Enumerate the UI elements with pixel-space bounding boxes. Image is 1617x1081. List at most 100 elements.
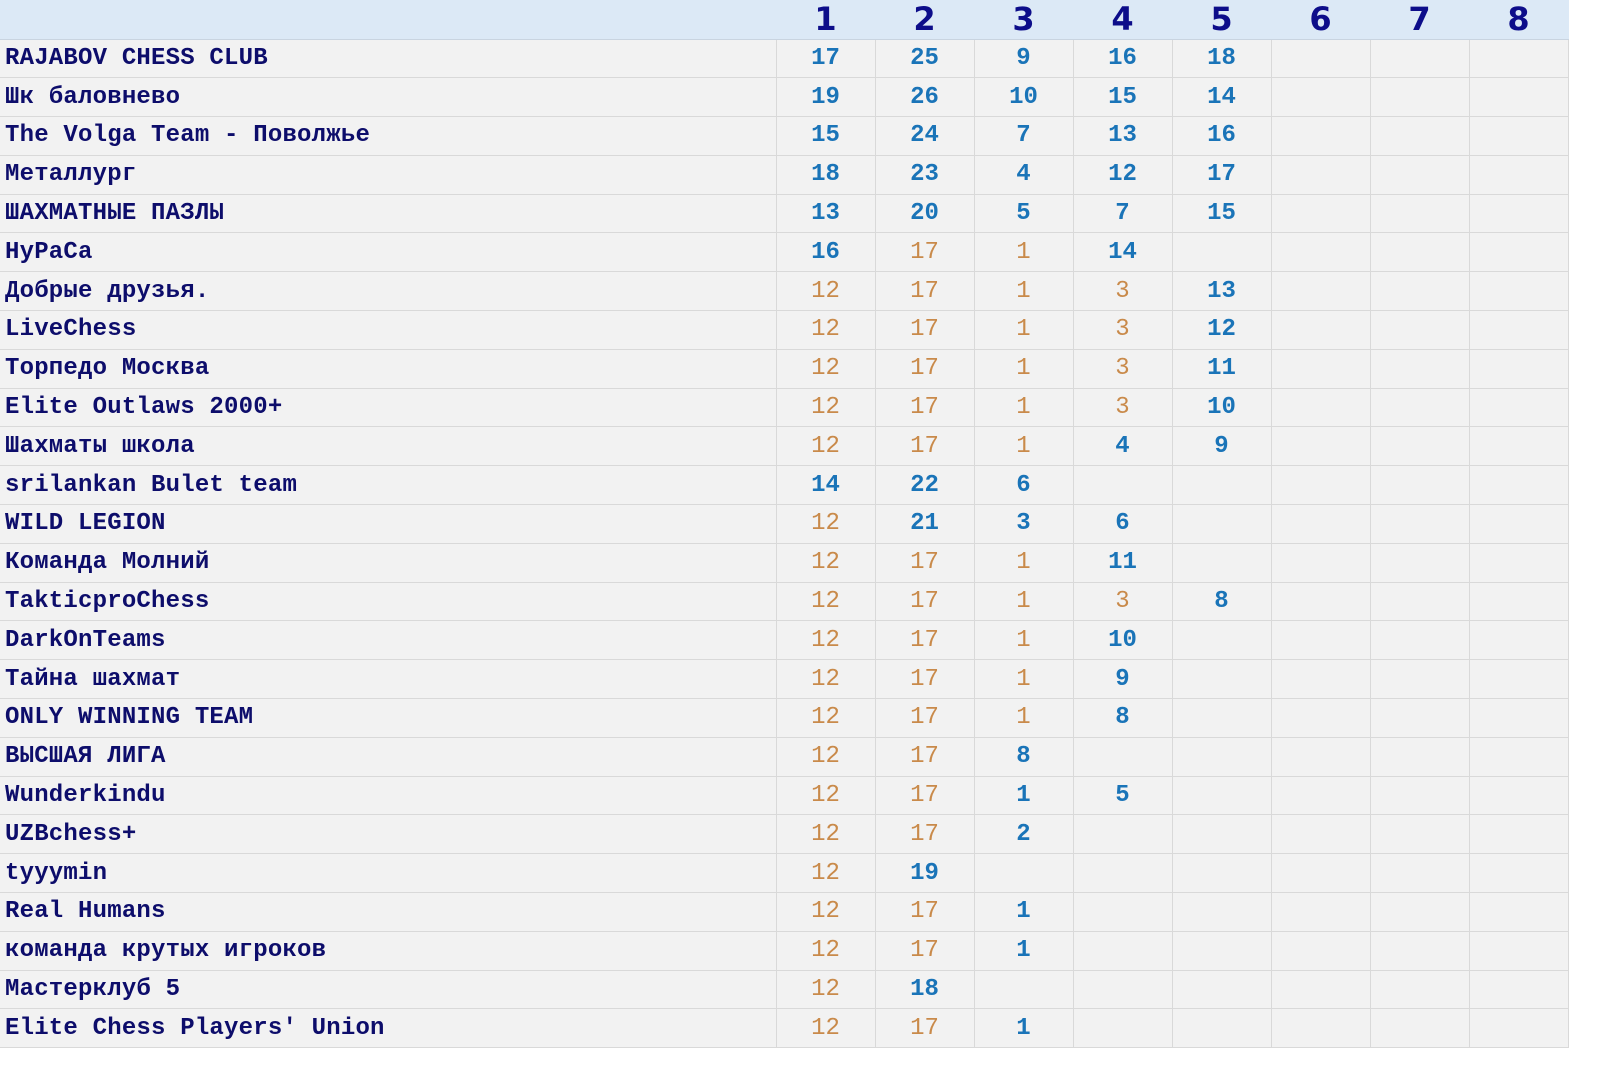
score-cell-round-2: 20 — [875, 194, 975, 234]
team-name[interactable]: tyyymin — [0, 853, 777, 894]
score-cell-round-1: 13 — [776, 194, 876, 234]
score-cell-round-2: 17 — [875, 931, 975, 971]
score-cell-round-7 — [1370, 271, 1470, 312]
table-row: команда крутых игроков 12 17 1 — [0, 931, 1569, 971]
table-row: Команда Молний 12 17 1 11 — [0, 543, 1569, 583]
score-cell-round-6 — [1271, 814, 1371, 855]
team-name[interactable]: ONLY WINNING TEAM — [0, 698, 777, 738]
score-cell-round-2: 17 — [875, 892, 975, 932]
team-name[interactable]: Мастерклуб 5 — [0, 970, 777, 1010]
score-cell-round-4: 16 — [1073, 39, 1173, 79]
table-row: ВЫСШАЯ ЛИГА 12 17 8 — [0, 737, 1569, 777]
score-cell-round-8 — [1469, 620, 1569, 661]
table-row: Elite Outlaws 2000+ 12 17 1 3 10 — [0, 388, 1569, 428]
score-cell-round-5: 17 — [1172, 155, 1272, 195]
score-cell-round-6 — [1271, 194, 1371, 234]
team-name[interactable]: Шахматы школа — [0, 426, 777, 467]
team-name[interactable]: Тайна шахмат — [0, 659, 777, 700]
team-name[interactable]: UZBchess+ — [0, 814, 777, 855]
table-row: LiveChess 12 17 1 3 12 — [0, 310, 1569, 350]
score-cell-round-5 — [1172, 659, 1272, 700]
score-cell-round-3: 1 — [974, 582, 1074, 622]
table-row: srilankan Bulet team 14 22 6 — [0, 465, 1569, 506]
team-name[interactable]: srilankan Bulet team — [0, 465, 777, 506]
score-cell-round-6 — [1271, 426, 1371, 467]
score-cell-round-3: 1 — [974, 349, 1074, 389]
header-round-1: 1 — [776, 0, 876, 40]
score-cell-round-3: 1 — [974, 271, 1074, 312]
score-cell-round-3: 10 — [974, 77, 1074, 118]
score-cell-round-8 — [1469, 543, 1569, 583]
score-cell-round-5 — [1172, 504, 1272, 544]
score-cell-round-8 — [1469, 465, 1569, 506]
score-cell-round-1: 12 — [776, 970, 876, 1010]
score-cell-round-8 — [1469, 814, 1569, 855]
score-cell-round-7 — [1370, 853, 1470, 894]
score-cell-round-3: 2 — [974, 814, 1074, 855]
score-cell-round-7 — [1370, 465, 1470, 506]
score-cell-round-8 — [1469, 116, 1569, 156]
score-cell-round-4: 5 — [1073, 776, 1173, 816]
score-cell-round-8 — [1469, 659, 1569, 700]
score-cell-round-2: 21 — [875, 504, 975, 544]
score-cell-round-4: 11 — [1073, 543, 1173, 583]
score-cell-round-6 — [1271, 504, 1371, 544]
score-cell-round-1: 12 — [776, 620, 876, 661]
table-row: tyyymin 12 19 — [0, 853, 1569, 894]
team-name[interactable]: Команда Молний — [0, 543, 777, 583]
score-cell-round-1: 12 — [776, 426, 876, 467]
team-name[interactable]: Real Humans — [0, 892, 777, 932]
team-name[interactable]: RAJABOV CHESS CLUB — [0, 39, 777, 79]
table-row: WILD LEGION 12 21 3 6 — [0, 504, 1569, 544]
score-cell-round-7 — [1370, 39, 1470, 79]
score-cell-round-3: 8 — [974, 737, 1074, 777]
team-name[interactable]: HyPaCa — [0, 232, 777, 273]
score-cell-round-7 — [1370, 892, 1470, 932]
score-cell-round-7 — [1370, 116, 1470, 156]
team-name[interactable]: TakticproChess — [0, 582, 777, 622]
header-round-7: 7 — [1370, 0, 1470, 40]
score-cell-round-7 — [1370, 620, 1470, 661]
header-round-4: 4 — [1073, 0, 1173, 40]
score-cell-round-8 — [1469, 931, 1569, 971]
score-cell-round-1: 12 — [776, 892, 876, 932]
score-cell-round-3: 7 — [974, 116, 1074, 156]
score-cell-round-8 — [1469, 737, 1569, 777]
team-name[interactable]: Шк баловнево — [0, 77, 777, 118]
score-cell-round-6 — [1271, 659, 1371, 700]
team-name[interactable]: команда крутых игроков — [0, 931, 777, 971]
table-row: UZBchess+ 12 17 2 — [0, 814, 1569, 855]
table-row: ШАХМАТНЫЕ ПАЗЛЫ 13 20 5 7 15 — [0, 194, 1569, 234]
score-cell-round-8 — [1469, 271, 1569, 312]
score-cell-round-1: 17 — [776, 39, 876, 79]
team-name[interactable]: Металлург — [0, 155, 777, 195]
score-cell-round-1: 12 — [776, 1008, 876, 1049]
team-name[interactable]: Wunderkindu — [0, 776, 777, 816]
team-name[interactable]: ШАХМАТНЫЕ ПАЗЛЫ — [0, 194, 777, 234]
score-cell-round-8 — [1469, 155, 1569, 195]
team-name[interactable]: LiveChess — [0, 310, 777, 350]
team-name[interactable]: Elite Chess Players' Union — [0, 1008, 777, 1049]
score-cell-round-4: 15 — [1073, 77, 1173, 118]
score-cell-round-5 — [1172, 737, 1272, 777]
team-name[interactable]: WILD LEGION — [0, 504, 777, 544]
team-name[interactable]: Elite Outlaws 2000+ — [0, 388, 777, 428]
score-cell-round-4: 8 — [1073, 698, 1173, 738]
score-cell-round-3: 1 — [974, 232, 1074, 273]
score-cell-round-3: 5 — [974, 194, 1074, 234]
score-cell-round-3 — [974, 970, 1074, 1010]
team-name[interactable]: Торпедо Москва — [0, 349, 777, 389]
team-name[interactable]: Добрые друзья. — [0, 271, 777, 312]
score-cell-round-7 — [1370, 194, 1470, 234]
team-name[interactable]: ВЫСШАЯ ЛИГА — [0, 737, 777, 777]
score-cell-round-1: 12 — [776, 931, 876, 971]
score-cell-round-5: 8 — [1172, 582, 1272, 622]
standings-table-container: 1 2 3 4 5 6 7 8 RAJABOV CHESS CLUB 17 25 9 1… — [0, 0, 1569, 1049]
score-cell-round-4 — [1073, 892, 1173, 932]
score-cell-round-5: 10 — [1172, 388, 1272, 428]
score-cell-round-6 — [1271, 155, 1371, 195]
score-cell-round-5: 14 — [1172, 77, 1272, 118]
team-name[interactable]: The Volga Team - Поволжье — [0, 116, 777, 156]
team-name[interactable]: DarkOnTeams — [0, 620, 777, 661]
score-cell-round-5 — [1172, 620, 1272, 661]
